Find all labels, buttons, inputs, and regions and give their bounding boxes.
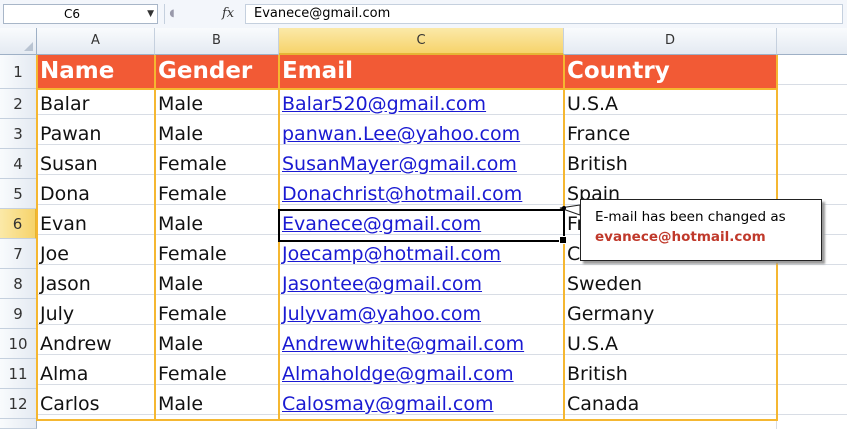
cell-name[interactable]: Dona — [37, 179, 155, 209]
cell-gender[interactable]: Female — [155, 359, 279, 389]
row-header-selected[interactable]: 6 — [0, 209, 37, 239]
callout-pointer — [559, 204, 581, 216]
table-border — [36, 55, 38, 421]
table-border — [36, 419, 778, 421]
cell-gender[interactable]: Male — [155, 269, 279, 299]
column-header-blank[interactable] — [777, 28, 847, 55]
row-header[interactable]: 12 — [0, 389, 37, 419]
email-link[interactable]: Donachrist@hotmail.com — [282, 183, 522, 205]
email-link[interactable]: Andrewwhite@gmail.com — [282, 333, 524, 355]
name-box-value: C6 — [64, 7, 81, 21]
column-header-a[interactable]: A — [37, 28, 155, 55]
cell-name[interactable]: Carlos — [37, 389, 155, 419]
cell-email[interactable]: Calosmay@gmail.com — [279, 389, 564, 419]
cell-name[interactable]: July — [37, 299, 155, 329]
name-box[interactable]: C6 ▼ — [3, 4, 158, 24]
callout-highlight: evanece@hotmail.com — [595, 229, 766, 245]
row-header[interactable]: 2 — [0, 89, 37, 119]
email-link[interactable]: SusanMayer@gmail.com — [282, 153, 517, 175]
cell-country[interactable]: British — [564, 149, 777, 179]
cell-email[interactable]: Almaholdge@gmail.com — [279, 359, 564, 389]
callout-text: E-mail has been changed as — [595, 209, 786, 225]
cell-gender[interactable]: Male — [155, 329, 279, 359]
row-header[interactable]: 8 — [0, 269, 37, 299]
cell-name[interactable]: Joe — [37, 239, 155, 269]
cell-gender[interactable]: Male — [155, 389, 279, 419]
cell-email[interactable]: Julyvam@yahoo.com — [279, 299, 564, 329]
cell-email[interactable]: Balar520@gmail.com — [279, 89, 564, 119]
cell-gender[interactable]: Female — [155, 239, 279, 269]
row-header[interactable]: 9 — [0, 299, 37, 329]
column-header-c[interactable]: C — [279, 28, 564, 55]
email-link[interactable]: Calosmay@gmail.com — [282, 393, 494, 415]
comment-callout: E-mail has been changed as evanece@hotma… — [580, 199, 822, 261]
active-cell-selection[interactable] — [278, 209, 567, 244]
email-link[interactable]: Jasontee@gmail.com — [282, 273, 482, 295]
header-cell-name[interactable]: Name — [37, 55, 155, 89]
table-border — [154, 55, 156, 421]
cell-name[interactable]: Susan — [37, 149, 155, 179]
row-header[interactable]: 5 — [0, 179, 37, 209]
cell-gender[interactable]: Female — [155, 299, 279, 329]
email-link[interactable]: Julyvam@yahoo.com — [282, 303, 481, 325]
email-link[interactable]: Almaholdge@gmail.com — [282, 363, 514, 385]
cell-email[interactable]: panwan.Lee@yahoo.com — [279, 119, 564, 149]
fx-icon[interactable]: fx — [222, 4, 234, 24]
row-header[interactable]: 10 — [0, 329, 37, 359]
cell-name[interactable]: Andrew — [37, 329, 155, 359]
cell-email[interactable]: Andrewwhite@gmail.com — [279, 329, 564, 359]
cell-gender[interactable]: Female — [155, 179, 279, 209]
column-header-d[interactable]: D — [564, 28, 777, 55]
row-header[interactable]: 4 — [0, 149, 37, 179]
cell-name[interactable]: Evan — [37, 209, 155, 239]
cell-gender[interactable]: Male — [155, 89, 279, 119]
row-header — [0, 419, 37, 429]
cell-country[interactable]: France — [564, 119, 777, 149]
email-link[interactable]: Joecamp@hotmail.com — [282, 243, 501, 265]
cell-email[interactable]: Jasontee@gmail.com — [279, 269, 564, 299]
column-header-b[interactable]: B — [155, 28, 279, 55]
cell-gender[interactable]: Female — [155, 149, 279, 179]
chevron-down-icon[interactable]: ▼ — [147, 5, 154, 23]
cell-gender[interactable]: Male — [155, 119, 279, 149]
header-cell-email[interactable]: Email — [279, 55, 564, 89]
cell-gender[interactable]: Male — [155, 209, 279, 239]
select-all-button[interactable] — [0, 28, 37, 55]
row-header[interactable]: 1 — [0, 55, 37, 89]
formula-input[interactable]: Evanece@gmail.com — [245, 4, 843, 24]
email-link[interactable]: panwan.Lee@yahoo.com — [282, 123, 520, 145]
cell-name[interactable]: Pawan — [37, 119, 155, 149]
cell-country[interactable]: U.S.A — [564, 89, 777, 119]
row-header[interactable]: 11 — [0, 359, 37, 389]
row-header[interactable]: 3 — [0, 119, 37, 149]
formula-bar: C6 ▼ ◖ fx Evanece@gmail.com — [0, 0, 847, 29]
header-cell-country[interactable]: Country — [564, 55, 777, 89]
header-cell-gender[interactable]: Gender — [155, 55, 279, 89]
cell-email[interactable]: Donachrist@hotmail.com — [279, 179, 564, 209]
row-header[interactable]: 7 — [0, 239, 37, 269]
cell-country[interactable]: U.S.A — [564, 329, 777, 359]
cell-country[interactable]: Sweden — [564, 269, 777, 299]
cell-country[interactable]: Germany — [564, 299, 777, 329]
cell-country[interactable]: Canada — [564, 389, 777, 419]
table-border — [36, 88, 778, 90]
cell-name[interactable]: Balar — [37, 89, 155, 119]
grip-icon: ◖ — [164, 4, 179, 24]
cell-country[interactable]: British — [564, 359, 777, 389]
cell-email[interactable]: SusanMayer@gmail.com — [279, 149, 564, 179]
cell-email[interactable]: Joecamp@hotmail.com — [279, 239, 564, 269]
cell-name[interactable]: Jason — [37, 269, 155, 299]
cell-name[interactable]: Alma — [37, 359, 155, 389]
email-link[interactable]: Balar520@gmail.com — [282, 93, 486, 115]
